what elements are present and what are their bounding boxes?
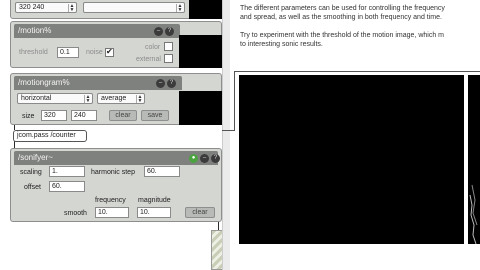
color-checkbox[interactable] xyxy=(164,42,173,51)
minimize-icon[interactable]: – xyxy=(156,79,165,88)
sonifyer-patcher: /sonifyer~ ● – ? scaling 1. harmonic ste… xyxy=(10,148,222,222)
doc-paragraph-1: The different parameters can be used for… xyxy=(240,5,480,22)
motiongram-window xyxy=(468,75,480,245)
color-label: color xyxy=(145,44,161,51)
chevron-down-icon: ▲ ▼ xyxy=(176,3,183,13)
pass-object[interactable]: jcom.pass /counter xyxy=(13,130,87,142)
harmonic-step-field[interactable]: 60. xyxy=(144,166,180,177)
direction-menu[interactable]: horizontal ▲ ▼ xyxy=(17,93,93,104)
mode-menu[interactable]: average ▲ ▼ xyxy=(97,93,145,104)
noise-checkbox[interactable] xyxy=(105,47,114,57)
smooth-label: smooth xyxy=(64,210,87,217)
help-icon[interactable]: ? xyxy=(167,79,176,88)
connector-line xyxy=(222,130,234,131)
doc-line: The different parameters can be used for… xyxy=(240,5,445,12)
connector-line xyxy=(234,71,480,72)
size-label: size xyxy=(22,113,35,120)
chevron-down-icon: ▲ ▼ xyxy=(136,94,143,104)
offset-field[interactable]: 60. xyxy=(49,181,85,192)
external-checkbox[interactable] xyxy=(164,54,173,63)
video-input-patcher: 320 240 ▲ ▼ ▲ ▼ xyxy=(10,0,222,19)
clear-button[interactable]: clear xyxy=(109,110,137,121)
harmonic-step-label: harmonic step xyxy=(91,169,135,176)
offset-label: offset xyxy=(24,184,41,191)
doc-line: Try to experiment with the threshold of … xyxy=(240,32,444,39)
motiongram-trace xyxy=(469,184,478,245)
help-icon[interactable]: ? xyxy=(211,154,220,163)
motiongram-title: /motiongram% xyxy=(18,78,70,87)
patch-cord xyxy=(218,222,219,230)
height-field[interactable]: 240 xyxy=(71,110,97,121)
direction-value: horizontal xyxy=(21,95,52,102)
source-menu[interactable]: ▲ ▼ xyxy=(83,2,185,13)
power-icon[interactable]: ● xyxy=(189,154,198,163)
frequency-label: frequency xyxy=(95,197,126,204)
scaling-label: scaling xyxy=(20,169,42,176)
patch-canvas: 320 240 ▲ ▼ ▲ ▼ /motion% – ? threshold 0.1… xyxy=(0,0,230,270)
motion-title: /motion% xyxy=(18,26,52,35)
clear-button[interactable]: clear xyxy=(185,207,215,218)
doc-line: and spread, as well as the smoothing in … xyxy=(240,13,442,21)
save-button[interactable]: save xyxy=(141,110,169,121)
connector-line xyxy=(234,71,235,131)
magnitude-label: magnitude xyxy=(138,197,171,204)
video-window xyxy=(239,75,464,244)
chevron-down-icon: ▲ ▼ xyxy=(84,94,91,104)
scrollbar[interactable] xyxy=(222,0,230,270)
minimize-icon[interactable]: – xyxy=(154,27,163,36)
sonifyer-title: /sonifyer~ xyxy=(18,153,53,162)
magnitude-smooth-field[interactable]: 10. xyxy=(137,207,171,218)
sonifyer-title-bar: /sonifyer~ xyxy=(14,151,218,165)
noise-label: noise xyxy=(86,49,103,56)
size-menu-value: 320 240 xyxy=(19,4,45,11)
motion-preview xyxy=(179,35,222,68)
chevron-down-icon: ▲ ▼ xyxy=(68,3,75,13)
threshold-label: threshold xyxy=(19,49,48,56)
doc-paragraph-2: Try to experiment with the threshold of … xyxy=(240,32,480,49)
frequency-smooth-field[interactable]: 10. xyxy=(95,207,129,218)
external-label: external xyxy=(136,56,161,63)
motiongram-preview xyxy=(179,91,222,125)
video-preview xyxy=(189,0,222,19)
minimize-icon[interactable]: – xyxy=(200,154,209,163)
motion-patcher: /motion% – ? threshold 0.1 noise color e… xyxy=(10,21,222,68)
width-field[interactable]: 320 xyxy=(41,110,67,121)
size-menu[interactable]: 320 240 ▲ ▼ xyxy=(15,2,77,13)
help-icon[interactable]: ? xyxy=(165,27,174,36)
mode-value: average xyxy=(101,95,127,102)
scaling-field[interactable]: 1. xyxy=(49,166,85,177)
threshold-field[interactable]: 0.1 xyxy=(57,47,79,58)
motiongram-patcher: /motiongram% – ? horizontal ▲ ▼ average ▲… xyxy=(10,73,222,125)
doc-line: to interesting sonic results. xyxy=(240,40,323,48)
